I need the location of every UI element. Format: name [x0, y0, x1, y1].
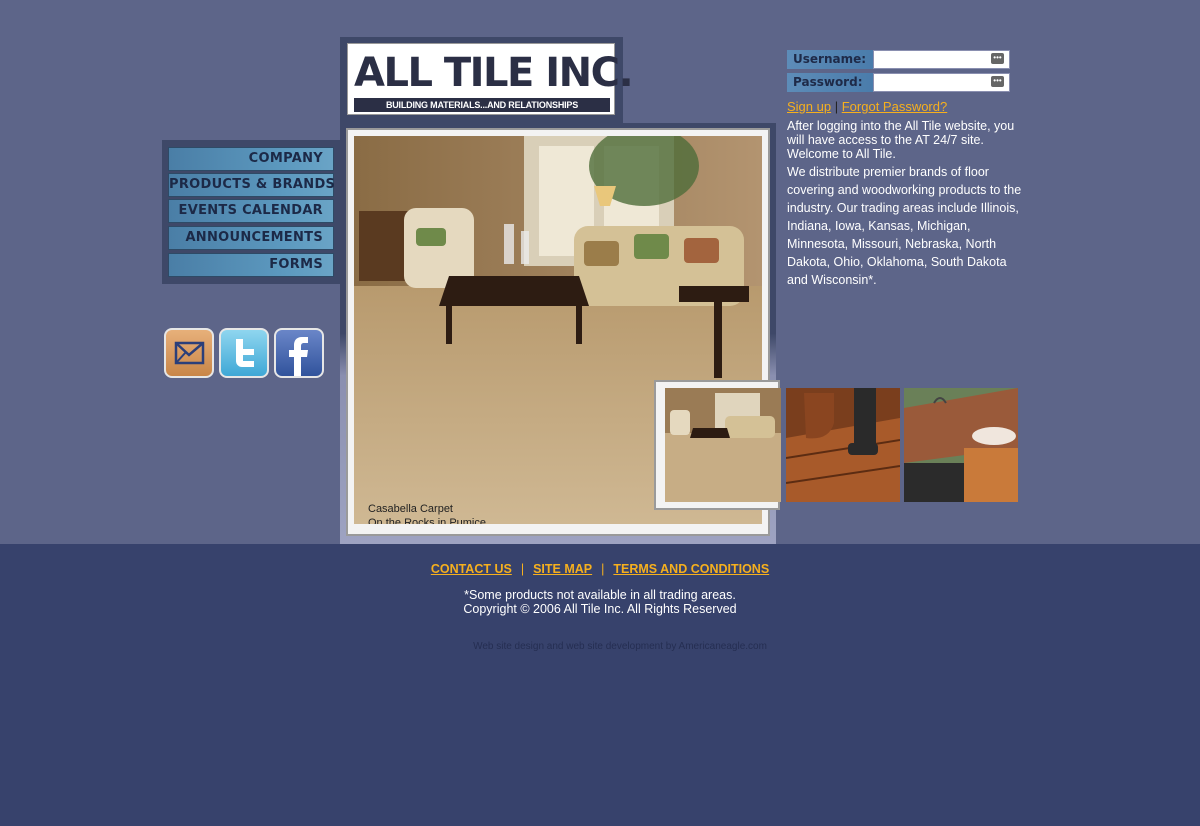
thumbnail-hardwood[interactable] [786, 388, 900, 502]
logo-tagline: BUILDING MATERIALS...AND RELATIONSHIPS [354, 98, 610, 112]
footer-text: *Some products not available in all trad… [0, 588, 1200, 616]
photo-caption-line2: On the Rocks in Pumice [368, 517, 486, 524]
logo-name: ALL TILE INC. [354, 50, 634, 96]
username-input[interactable] [873, 50, 1010, 69]
main-nav: COMPANY PRODUCTS & BRANDS EVENTS CALENDA… [162, 140, 340, 284]
password-manager-icon[interactable]: ••• [991, 53, 1004, 64]
footer-links: CONTACT US | SITE MAP | TERMS AND CONDITIONS [0, 562, 1200, 576]
intro-paragraph-2: We distribute premier brands of floor co… [787, 165, 1022, 287]
footer-link-contact-us[interactable]: CONTACT US [431, 562, 512, 576]
footer-link-site-map[interactable]: SITE MAP [533, 562, 592, 576]
password-manager-icon[interactable]: ••• [991, 76, 1004, 87]
email-icon[interactable] [164, 328, 214, 378]
footer-copyright: Copyright © 2006 All Tile Inc. All Right… [463, 602, 737, 616]
footer-separator: | [520, 562, 525, 576]
facebook-icon[interactable] [274, 328, 324, 378]
twitter-icon[interactable] [219, 328, 269, 378]
photo-caption-line1: Casabella Carpet [368, 503, 453, 515]
footer-link-terms[interactable]: TERMS AND CONDITIONS [613, 562, 769, 576]
intro-paragraph-1: After logging into the All Tile website,… [787, 119, 1015, 161]
nav-item-announcements[interactable]: ANNOUNCEMENTS [168, 226, 334, 250]
forgot-password-link[interactable]: Forgot Password? [842, 99, 948, 114]
footer-area [0, 544, 1200, 826]
account-links: Sign up | Forgot Password? [787, 99, 947, 114]
footer-separator: | [601, 562, 605, 576]
nav-item-products-brands[interactable]: PRODUCTS & BRANDS [168, 173, 335, 197]
footer-credit-link[interactable]: Web site design and web site development… [0, 641, 1200, 652]
photo-caption: Casabella Carpet On the Rocks in Pumice [368, 502, 486, 524]
password-input[interactable] [873, 73, 1010, 92]
footer-note: *Some products not available in all trad… [464, 588, 736, 602]
password-label: Password: [787, 73, 873, 92]
signup-link[interactable]: Sign up [787, 99, 831, 114]
account-links-separator: | [834, 99, 839, 114]
thumbnail-carpet[interactable] [665, 388, 781, 502]
nav-item-events-calendar[interactable]: EVENTS CALENDAR [168, 199, 334, 223]
logo-panel: ALL TILE INC. BUILDING MATERIALS...AND R… [340, 37, 634, 123]
username-label: Username: [787, 50, 873, 69]
nav-item-forms[interactable]: FORMS [168, 253, 334, 277]
nav-item-company[interactable]: COMPANY [168, 147, 334, 171]
intro-text: After logging into the All Tile website,… [787, 119, 1025, 289]
logo[interactable]: ALL TILE INC. BUILDING MATERIALS...AND R… [347, 43, 634, 115]
thumbnail-countertop[interactable] [904, 388, 1018, 502]
